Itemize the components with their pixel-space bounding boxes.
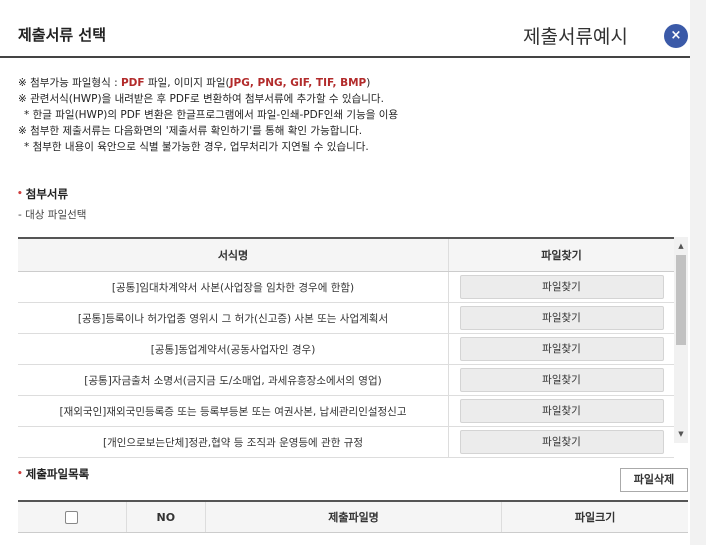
find-file-button[interactable]: 파일찾기 xyxy=(459,306,664,330)
dialog-header: 제출서류 선택 제출서류예시 × xyxy=(0,0,690,58)
dialog-title: 제출서류 선택 xyxy=(18,26,107,44)
form-name-cell: [개인으로보는단체]정관,협약 등 조직과 운영등에 관한 규정 xyxy=(18,427,449,457)
notice-label: ※ 첨부가능 파일형식 : xyxy=(18,77,121,89)
find-file-button[interactable]: 파일찾기 xyxy=(459,337,664,361)
notice-image-formats: JPG, PNG, GIF, TIF, BMP xyxy=(229,77,367,89)
attach-table: 서식명 파일찾기 [공통]임대차계약서 사본(사업장을 임차한 경우에 한함) … xyxy=(18,237,674,458)
table-row: [공통]등록이나 허가업종 영위시 그 허가(신고증) 사본 또는 사업계획서 … xyxy=(18,303,674,334)
form-name-cell: [재외국인]재외국민등록증 또는 등록부등본 또는 여권사본, 납세관리인설정신… xyxy=(18,396,449,426)
column-file-size: 파일크기 xyxy=(574,511,616,524)
submitted-files-table: NO 제출파일명 파일크기 xyxy=(18,500,688,533)
column-form-name: 서식명 xyxy=(18,239,449,271)
form-name-cell: [공통]동업계약서(공동사업자인 경우) xyxy=(18,334,449,364)
bullet-icon: • xyxy=(17,469,23,479)
scroll-down-arrow-icon[interactable]: ▼ xyxy=(674,427,688,441)
select-all-checkbox[interactable] xyxy=(65,510,79,524)
form-name-cell: [공통]자금출처 소명서(금지금 도/소매업, 과세유흥장소에서의 영업) xyxy=(18,365,449,395)
table-row: [공통]동업계약서(공동사업자인 경우) 파일찾기 xyxy=(18,334,674,365)
submitted-files-header: NO 제출파일명 파일크기 xyxy=(18,502,688,533)
notice-suffix: ) xyxy=(366,77,371,89)
notice-line-hwp-pdf: * 한글 파일(HWP)의 PDF 변환은 한글프로그램에서 파일-인쇄-PDF… xyxy=(24,109,399,121)
notice-file-formats: ※ 첨부가능 파일형식 : PDF 파일, 이미지 파일(JPG, PNG, G… xyxy=(18,75,398,91)
column-no: NO xyxy=(127,502,206,532)
find-file-button[interactable]: 파일찾기 xyxy=(459,430,664,454)
scrollbar-thumb[interactable] xyxy=(676,255,686,345)
close-icon[interactable]: × xyxy=(664,24,688,48)
notice-text: ※ 첨부가능 파일형식 : PDF 파일, 이미지 파일(JPG, PNG, G… xyxy=(18,75,398,155)
find-file-button[interactable]: 파일찾기 xyxy=(459,275,664,299)
document-select-dialog: 제출서류 선택 제출서류예시 × ※ 첨부가능 파일형식 : PDF 파일, 이… xyxy=(0,0,690,545)
find-file-button[interactable]: 파일찾기 xyxy=(459,368,664,392)
table-row: [재외국인]재외국민등록증 또는 등록부등본 또는 여권사본, 납세관리인설정신… xyxy=(18,396,674,427)
notice-pdf: PDF xyxy=(120,77,145,89)
notice-line-delay: * 첨부한 내용이 육안으로 식별 불가능한 경우, 업무처리가 지연될 수 있… xyxy=(24,141,369,153)
submit-section-title: • 제출파일목록 xyxy=(17,466,89,482)
form-name-cell: [공통]임대차계약서 사본(사업장을 임차한 경우에 한함) xyxy=(18,272,449,302)
bullet-icon: • xyxy=(17,189,23,199)
select-all-cell xyxy=(18,502,127,532)
find-file-button[interactable]: 파일찾기 xyxy=(459,399,664,423)
delete-file-button[interactable]: 파일삭제 xyxy=(620,468,688,492)
notice-line-confirm: ※ 첨부한 제출서류는 다음화면의 '제출서류 확인하기'를 통해 확인 가능합… xyxy=(18,125,363,137)
document-example-link[interactable]: 제출서류예시 xyxy=(523,22,628,49)
target-file-label: - 대상 파일선택 xyxy=(18,209,87,221)
attach-table-header: 서식명 파일찾기 xyxy=(18,239,674,272)
attach-section-label: 첨부서류 xyxy=(25,187,69,201)
column-find-file: 파일찾기 xyxy=(541,249,582,262)
table-row: [공통]임대차계약서 사본(사업장을 임차한 경우에 한함) 파일찾기 xyxy=(18,272,674,303)
column-file-name: 제출파일명 xyxy=(206,502,503,532)
form-name-cell: [공통]등록이나 허가업종 영위시 그 허가(신고증) 사본 또는 사업계획서 xyxy=(18,303,449,333)
table-row: [공통]자금출처 소명서(금지금 도/소매업, 과세유흥장소에서의 영업) 파일… xyxy=(18,365,674,396)
notice-mid: 파일, 이미지 파일( xyxy=(144,77,230,89)
notice-line-hwp: ※ 관련서식(HWP)을 내려받은 후 PDF로 변환하여 첨부서류에 추가할 … xyxy=(18,93,384,105)
submit-section-label: 제출파일목록 xyxy=(25,467,90,481)
attach-table-scrollbar[interactable]: ▲ ▼ xyxy=(674,237,688,443)
table-row: [개인으로보는단체]정관,협약 등 조직과 운영등에 관한 규정 파일찾기 xyxy=(18,427,674,458)
scroll-up-arrow-icon[interactable]: ▲ xyxy=(674,239,688,253)
attach-section-title: • 첨부서류 xyxy=(17,186,68,202)
